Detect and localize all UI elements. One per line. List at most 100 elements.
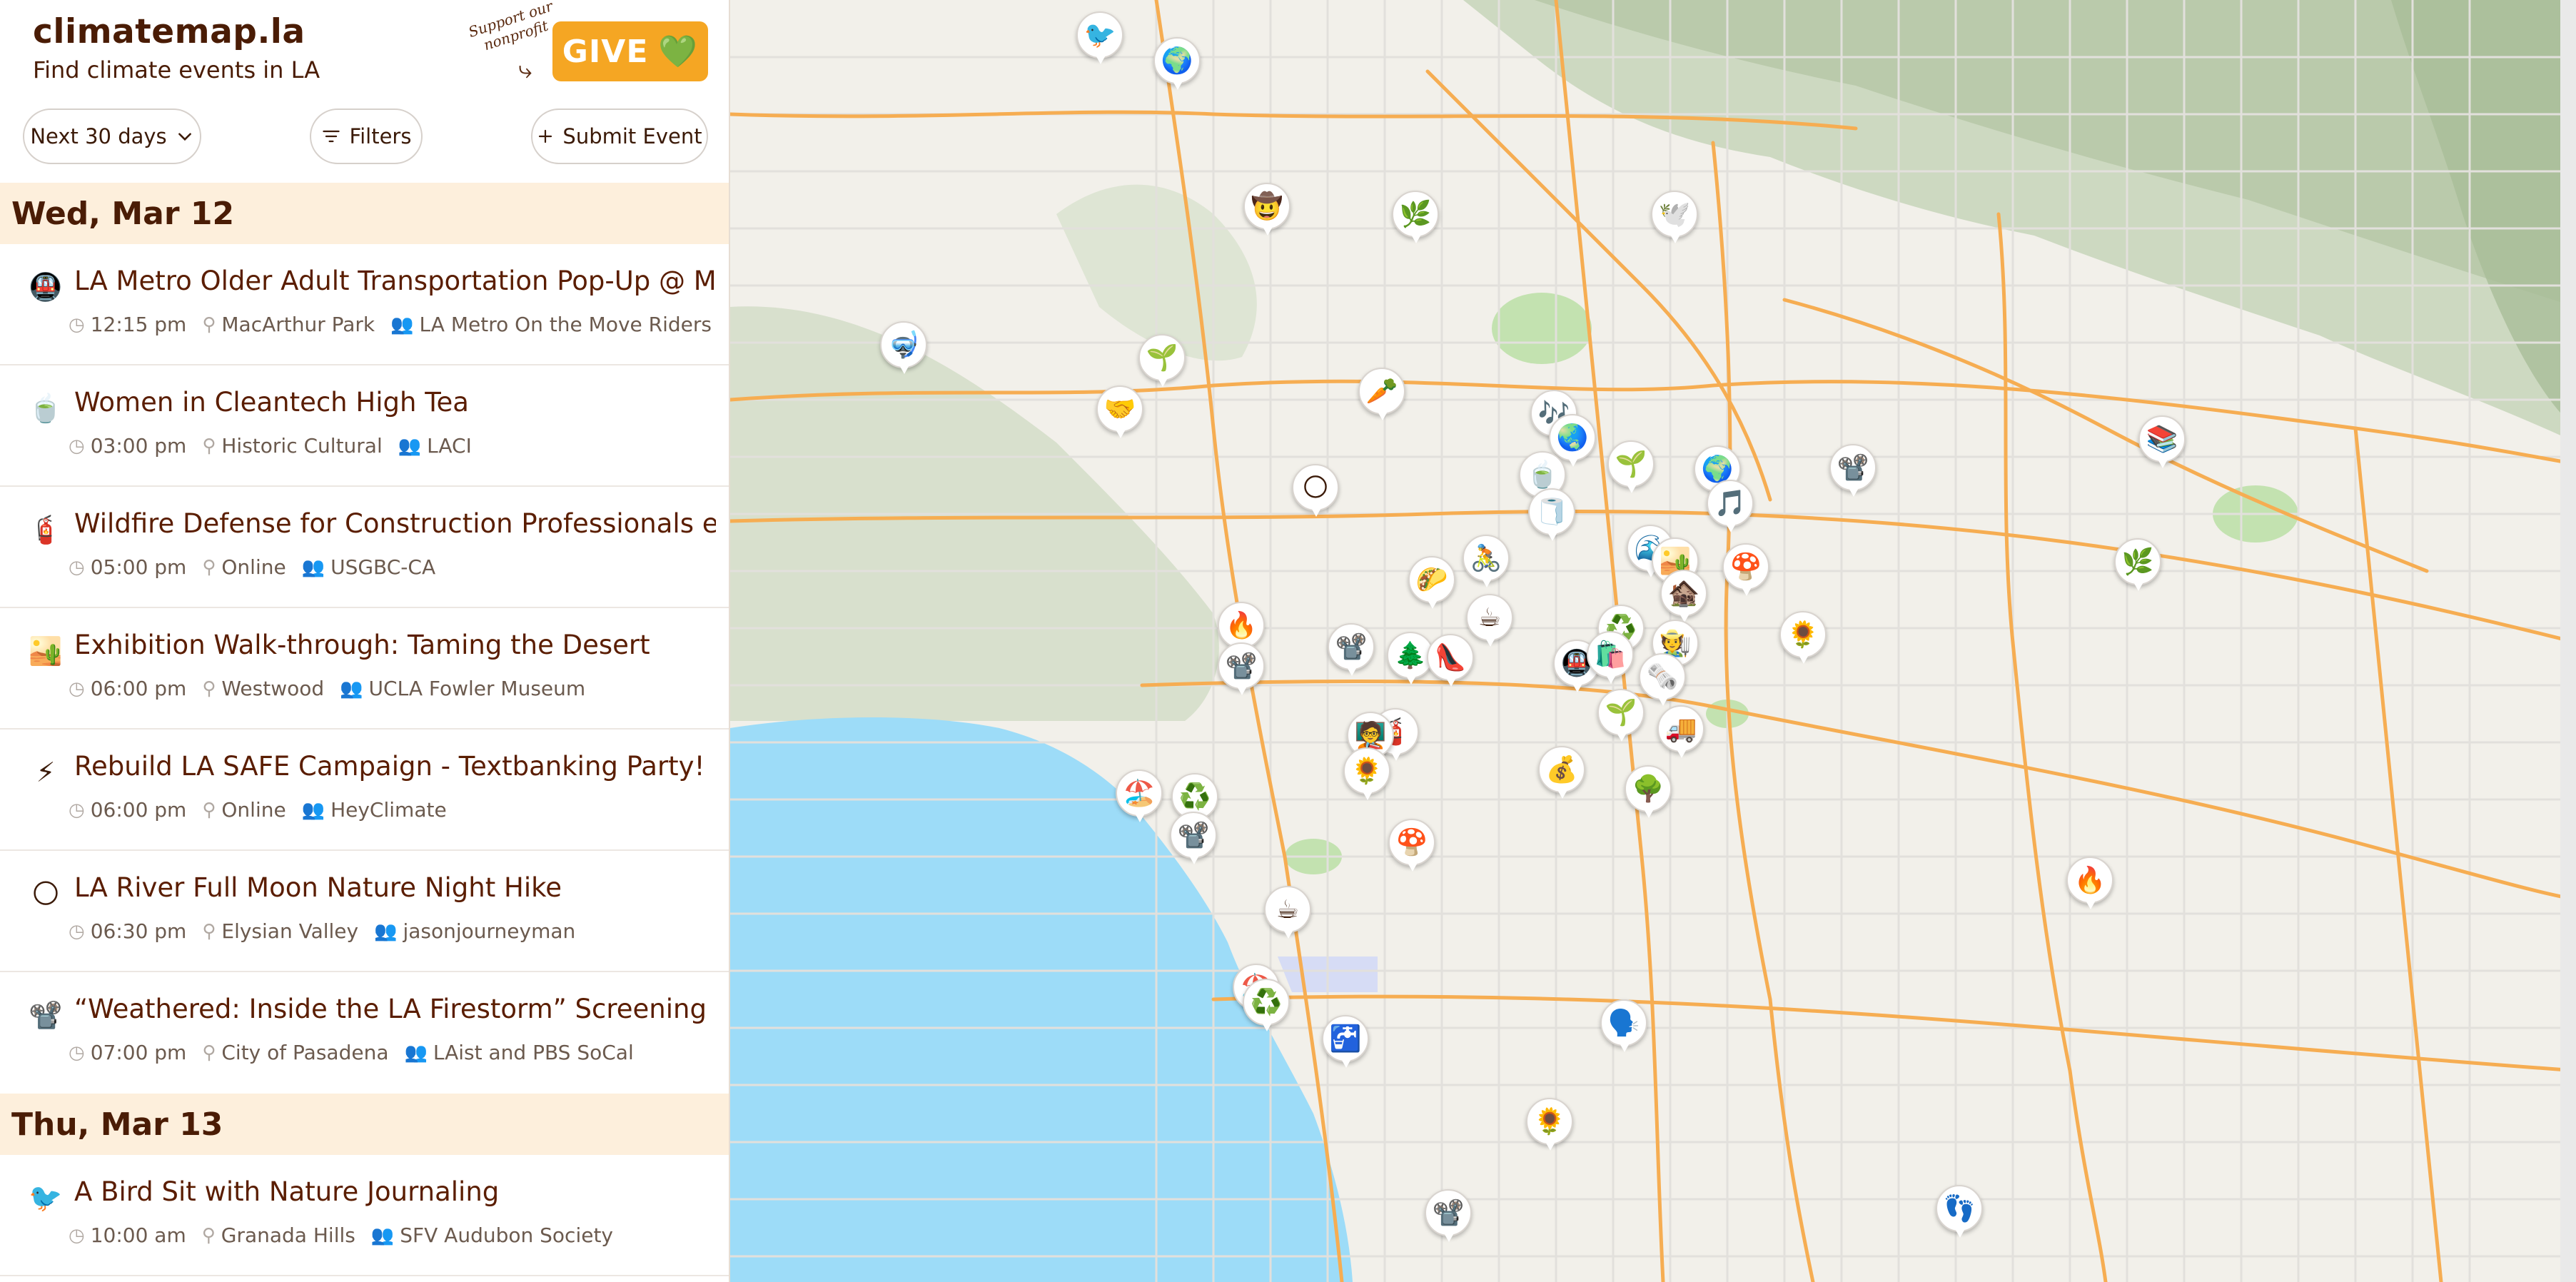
map-marker-icon: 🌱 [1607, 440, 1655, 488]
organizer-icon: 👥 [370, 1224, 395, 1246]
map-marker-icon: 🌱 [1138, 334, 1186, 381]
event-item[interactable]: 🧯 Wildfire Defense for Construction Prof… [0, 487, 729, 608]
event-location: Westwood [221, 677, 325, 700]
event-organizer: LA Metro On the Move Riders Program [419, 313, 716, 336]
event-meta: ◷ 05:00 pm ⚲ Online 👥 USGBC-CA [69, 555, 716, 579]
event-time: 06:00 pm [90, 798, 187, 822]
map-marker-icon: ☕ [1264, 886, 1311, 933]
give-button[interactable]: GIVE 💚 [552, 21, 708, 81]
map[interactable]: 🐦 🌍 🤠 🌿 🕊️ 🤿 🌱 🤝 🥕 🎶 🌏 🌱 🌍 🎵 📽️ 📚 🌿 🌕 🍵 🧻 🚴 🌮 🌊 🏜️ 🏚️ 🍄 ☕ 🔥 📽️ 📽️ 🌲 👠 ♻️… [730, 0, 2576, 1282]
map-marker[interactable]: 🌻 [1779, 611, 1829, 668]
green-heart-icon: 💚 [658, 34, 699, 70]
map-marker[interactable]: 🐦 [1076, 11, 1126, 69]
map-marker[interactable]: 👠 [1427, 634, 1477, 691]
event-meta: ◷ 12:15 pm ⚲ MacArthur Park 👥 LA Metro On t… [69, 313, 716, 336]
event-organizer: UCLA Fowler Museum [368, 677, 586, 700]
map-marker[interactable]: 🏖️ [1116, 769, 1166, 827]
event-title[interactable]: Wildfire Defense for Construction Profes… [74, 505, 716, 542]
map-marker-icon: 👠 [1427, 634, 1474, 681]
map-marker[interactable]: 🕊️ [1651, 191, 1701, 248]
map-marker[interactable]: 🏚️ [1660, 570, 1710, 627]
brand-name[interactable]: climatemap.la [33, 10, 320, 54]
map-marker[interactable]: 🚰 [1322, 1015, 1372, 1072]
map-marker[interactable]: ♻️ [1243, 979, 1293, 1036]
map-marker[interactable]: 🥕 [1358, 368, 1408, 425]
map-marker[interactable]: 🧻 [1528, 488, 1578, 545]
event-item[interactable]: 🌕 LA River Full Moon Nature Night Hike ◷… [0, 851, 729, 972]
event-item[interactable]: 📽️ “Weathered: Inside the LA Firestorm” … [0, 972, 729, 1094]
event-item[interactable]: 🍵 Women in Cleantech High Tea ◷ 03:00 pm … [0, 365, 729, 487]
event-title[interactable]: “Weathered: Inside the LA Firestorm” Scr… [74, 991, 716, 1028]
map-marker[interactable]: 🌻 [1343, 747, 1393, 804]
location-pin-icon: ⚲ [202, 313, 216, 335]
map-marker-icon: 🧻 [1528, 488, 1575, 535]
map-marker[interactable]: 🌳 [1625, 765, 1675, 822]
fire-extinguisher-icon: 🧯 [29, 514, 63, 545]
map-marker[interactable]: ☕ [1264, 886, 1314, 943]
map-marker[interactable]: 📽️ [1218, 642, 1268, 700]
event-organizer: HeyClimate [330, 798, 447, 822]
day-header: Thu, Mar 13 [0, 1094, 729, 1155]
event-item[interactable]: 🐦 A Bird Sit with Nature Journaling ◷ 10:… [0, 1155, 729, 1276]
map-marker[interactable]: 🍄 [1722, 543, 1772, 600]
filters-button[interactable]: Filters [310, 108, 423, 164]
event-time: 10:00 am [90, 1223, 186, 1247]
map-marker[interactable]: 📽️ [1170, 812, 1220, 869]
event-meta: ◷ 06:30 pm ⚲ Elysian Valley 👥 jasonjourneym… [69, 919, 716, 943]
event-title[interactable]: A Bird Sit with Nature Journaling [74, 1174, 716, 1211]
map-marker[interactable]: 🌍 [1153, 37, 1203, 94]
event-item[interactable]: ⚡ Rebuild LA SAFE Campaign - Textbanking… [0, 730, 729, 851]
map-marker[interactable]: 🤿 [880, 321, 930, 378]
event-item[interactable]: 🏜️ Exhibition Walk-through: Taming the D… [0, 608, 729, 730]
event-title[interactable]: LA River Full Moon Nature Night Hike [74, 869, 716, 907]
map-marker-icon: 🎵 [1707, 480, 1754, 527]
map-marker[interactable]: 🌿 [1392, 191, 1442, 248]
scrollbar[interactable] [2560, 0, 2576, 1282]
map-marker[interactable]: 🌱 [1597, 689, 1647, 746]
map-marker[interactable]: 🌱 [1138, 334, 1188, 391]
map-marker[interactable]: 📽️ [1829, 444, 1879, 501]
map-marker[interactable]: 📽️ [1425, 1189, 1475, 1246]
map-marker[interactable]: 🔥 [2066, 857, 2116, 914]
clock-icon: ◷ [69, 435, 85, 457]
map-marker[interactable]: 🌻 [1526, 1098, 1576, 1155]
map-marker-icon: 🤿 [880, 321, 927, 368]
map-marker[interactable]: 🤠 [1243, 183, 1293, 240]
clock-icon: ◷ [69, 677, 85, 700]
map-marker[interactable]: 🤝 [1096, 385, 1146, 443]
event-location: City of Pasadena [221, 1041, 389, 1064]
map-marker[interactable]: 🚴 [1463, 535, 1512, 592]
map-marker[interactable]: 🌕 [1292, 464, 1342, 521]
support-note: Support our nonprofit [466, 0, 555, 54]
map-marker[interactable]: 🎵 [1707, 480, 1757, 537]
event-title[interactable]: Exhibition Walk-through: Taming the Dese… [74, 627, 716, 664]
event-title[interactable]: LA Metro Older Adult Transportation Pop-… [74, 263, 716, 300]
map-marker[interactable]: 🌮 [1408, 556, 1458, 613]
map-marker[interactable]: 🍄 [1388, 819, 1438, 876]
map-marker-icon: 🌿 [2114, 538, 2161, 585]
map-marker[interactable]: 🚚 [1657, 705, 1707, 762]
map-marker[interactable]: 👣 [1936, 1185, 1986, 1242]
brand[interactable]: climatemap.la Find climate events in LA [33, 10, 320, 86]
submit-event-button[interactable]: Submit Event [531, 108, 708, 164]
map-marker[interactable]: 🗣️ [1600, 999, 1650, 1056]
filters-label: Filters [349, 124, 412, 148]
event-title[interactable]: Women in Cleantech High Tea [74, 384, 716, 421]
map-marker-icon: 🌍 [1153, 37, 1201, 84]
map-marker[interactable]: 💰 [1538, 746, 1588, 803]
map-marker-icon: 🌕 [1292, 464, 1339, 511]
map-marker[interactable]: 🌱 [1607, 440, 1657, 498]
event-title[interactable]: Rebuild LA SAFE Campaign - Textbanking P… [74, 748, 716, 785]
map-marker[interactable]: 📚 [2138, 415, 2188, 473]
location-pin-icon: ⚲ [202, 1041, 216, 1064]
map-marker-icon: 🏖️ [1116, 769, 1163, 817]
event-meta: ◷ 06:00 pm ⚲ Westwood 👥 UCLA Fowler Museum [69, 677, 716, 700]
map-marker[interactable]: 🌿 [2114, 538, 2164, 595]
event-meta: ◷ 07:00 pm ⚲ City of Pasadena 👥 LAist and P… [69, 1041, 716, 1064]
event-item[interactable]: 🚇 LA Metro Older Adult Transportation Po… [0, 244, 729, 365]
event-sidebar: climatemap.la Find climate events in LA … [0, 0, 730, 1282]
map-marker[interactable]: 📽️ [1328, 623, 1378, 680]
map-marker[interactable]: 🛍️ [1587, 631, 1637, 688]
event-time: 06:30 pm [90, 919, 187, 943]
date-range-select[interactable]: Next 30 days [23, 108, 201, 164]
